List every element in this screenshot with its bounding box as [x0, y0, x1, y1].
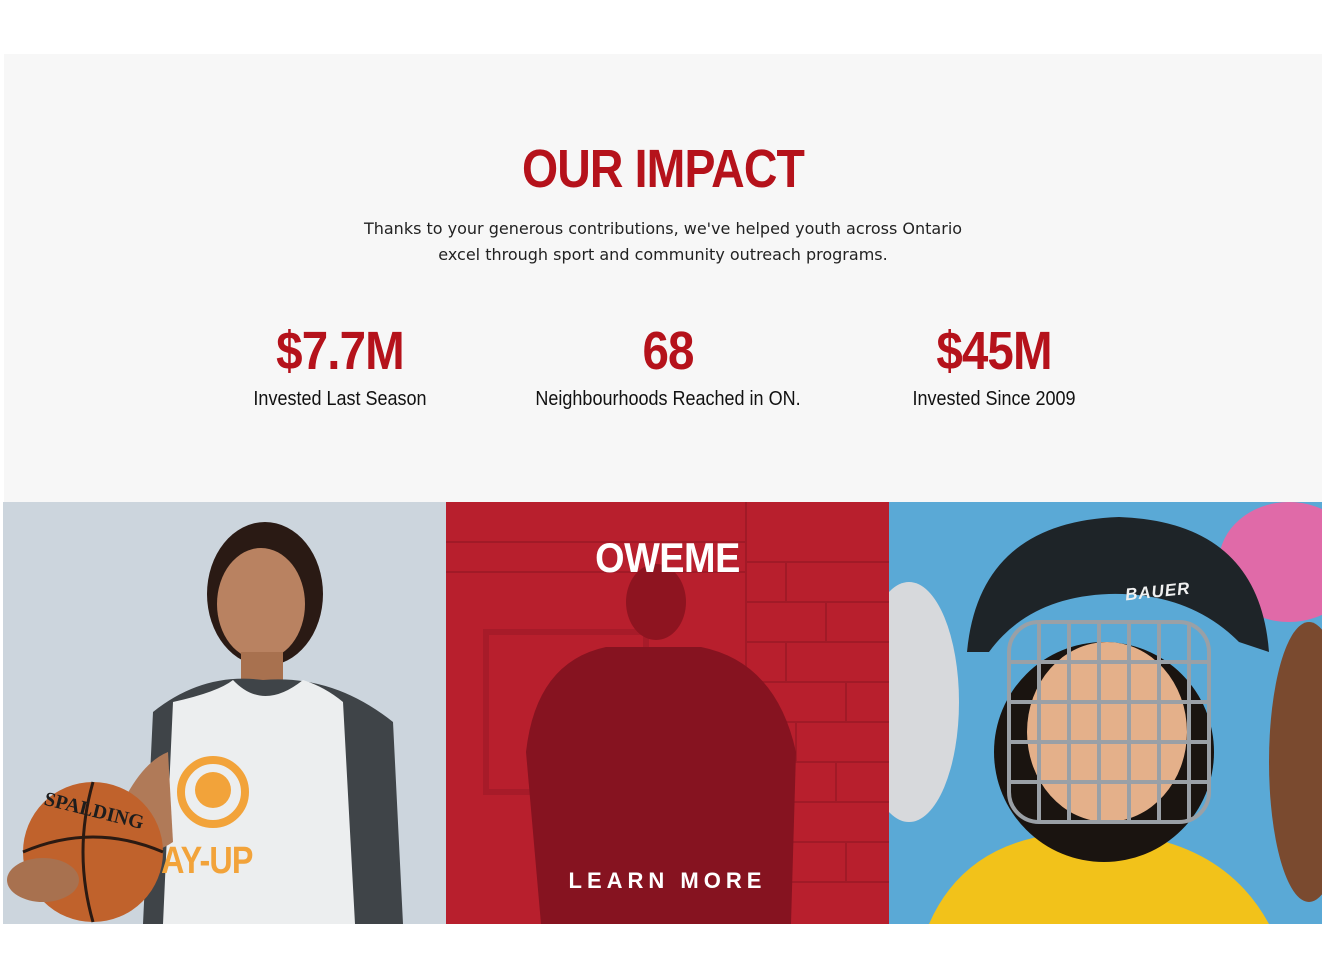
description-line: Thanks to your generous contributions, w… [363, 219, 963, 238]
hockey-player-image [889, 502, 1322, 924]
stat-label: Invested Since 2009 [912, 388, 1076, 410]
stat-label: Invested Last Season [253, 388, 427, 410]
stat-value: 68 [642, 321, 694, 381]
stat-invested-last-season: $7.7M Invested Last Season [170, 318, 510, 411]
section-title: OUR IMPACT [521, 139, 805, 199]
impact-section: OUR IMPACT Thanks to your generous contr… [4, 54, 1322, 502]
hockey-photo-tile[interactable]: BAUER [889, 502, 1322, 924]
tile-title: OWEME [595, 534, 740, 581]
stat-value: $7.7M [276, 321, 405, 381]
description-line: excel through sport and community outrea… [438, 245, 888, 264]
stat-invested-since-2009: $45M Invested Since 2009 [824, 318, 1164, 411]
jersey-text: AY-UP [161, 840, 253, 882]
stat-neighbourhoods: 68 Neighbourhoods Reached in ON. [498, 318, 838, 411]
basketball-photo-tile[interactable]: SPALDING AY-UP [3, 502, 446, 924]
feature-tiles: SPALDING AY-UP OWEME LEARN MORE BAUER [3, 502, 1322, 924]
section-description: Thanks to your generous contributions, w… [4, 216, 1322, 268]
stat-value: $45M [936, 321, 1052, 381]
learn-more-link[interactable]: LEARN MORE [446, 868, 889, 894]
stat-label: Neighbourhoods Reached in ON. [535, 388, 801, 410]
oweme-tile[interactable]: OWEME LEARN MORE [446, 502, 889, 924]
